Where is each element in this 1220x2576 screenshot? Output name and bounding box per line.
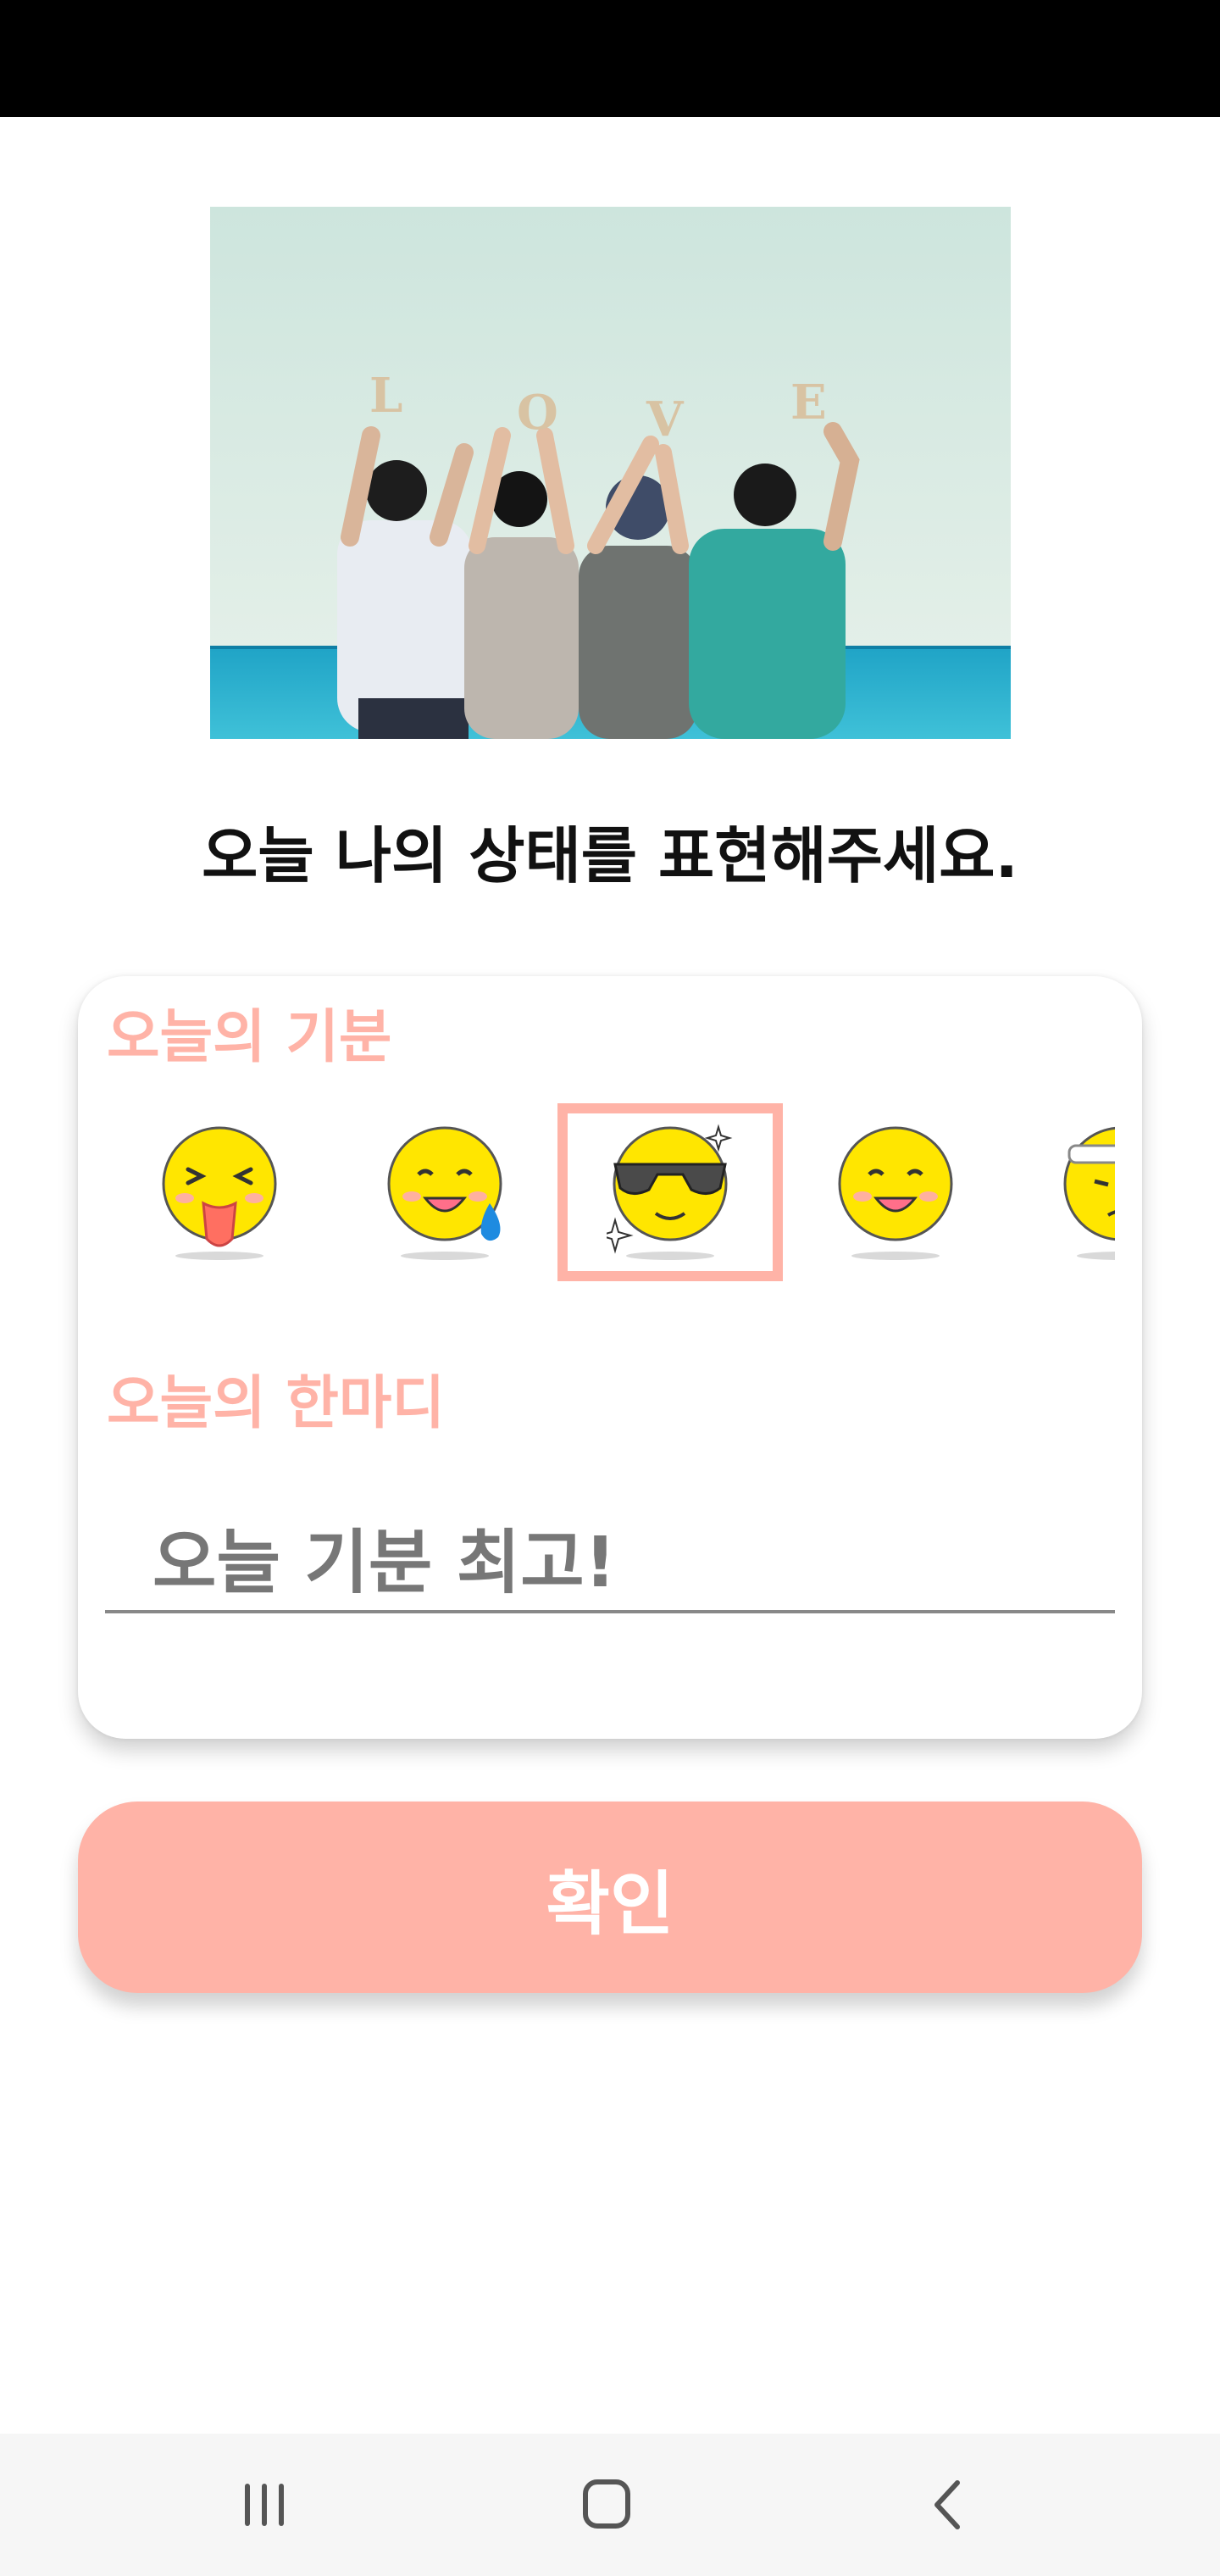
comment-input-value[interactable]: 오늘 기분 최고! xyxy=(152,1517,616,1610)
headband-emoji-icon xyxy=(1063,1126,1115,1260)
mood-card: 오늘의 기분 오늘의 한마디 오늘 기분 최고! xyxy=(78,976,1142,1739)
smile-emoji-icon xyxy=(838,1126,953,1260)
comment-section-label: 오늘의 한마디 xyxy=(107,1370,446,1437)
photo-letter-o: O xyxy=(517,385,558,441)
home-button[interactable] xyxy=(563,2471,647,2539)
comment-input[interactable]: 오늘 기분 최고! xyxy=(105,1510,1115,1613)
recent-apps-icon xyxy=(245,2484,284,2526)
header-photo: L O V E xyxy=(210,207,1011,739)
home-icon xyxy=(583,2479,630,2529)
emoji-option-sweat-smile[interactable] xyxy=(332,1103,557,1281)
emoji-option-sunglasses[interactable] xyxy=(557,1103,783,1281)
emoji-option-tongue-out[interactable] xyxy=(107,1103,332,1281)
back-icon xyxy=(934,2480,960,2529)
mood-section-label: 오늘의 기분 xyxy=(107,1004,392,1071)
photo-letter-e: E xyxy=(790,375,827,430)
photo-letter-l: L xyxy=(369,368,402,424)
back-button[interactable] xyxy=(905,2471,990,2539)
sunglasses-emoji-icon xyxy=(607,1124,733,1260)
status-bar xyxy=(0,0,1220,117)
emoji-option-smile[interactable] xyxy=(783,1103,1008,1281)
sweat-smile-emoji-icon xyxy=(387,1126,502,1260)
confirm-button[interactable]: 확인 xyxy=(78,1802,1142,1993)
navigation-bar xyxy=(0,2434,1220,2576)
tongue-out-emoji-icon xyxy=(162,1126,277,1260)
mood-emoji-list[interactable] xyxy=(107,1103,1115,1332)
recent-apps-button[interactable] xyxy=(222,2471,307,2539)
emoji-option-headband[interactable] xyxy=(1008,1103,1115,1281)
page-title: 오늘 나의 상태를 표현해주세요. xyxy=(202,820,1018,891)
photo-letter-v: V xyxy=(646,391,685,447)
